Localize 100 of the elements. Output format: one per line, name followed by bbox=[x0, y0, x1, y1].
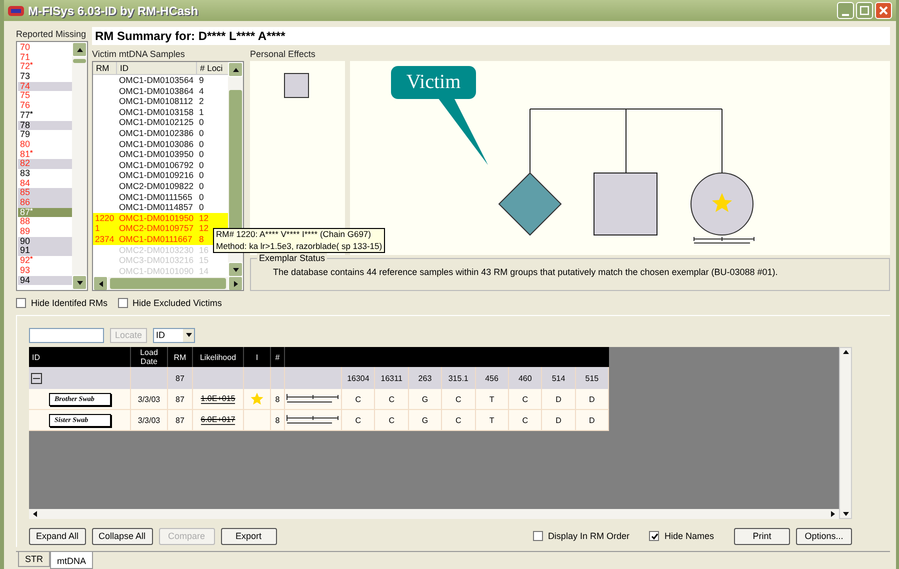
missing-number: 81$^{*}$ bbox=[20, 148, 33, 159]
missing-number: 88 bbox=[20, 216, 30, 226]
exemplar-status-label: Exemplar Status bbox=[257, 253, 328, 263]
missing-list-item[interactable]: 73 bbox=[18, 72, 72, 82]
base-cell: G bbox=[408, 410, 442, 430]
triangle-icon bbox=[96, 280, 104, 288]
scroll-thumb[interactable] bbox=[110, 278, 226, 289]
scroll-button[interactable] bbox=[228, 262, 243, 277]
missing-number: 77$^{*}$ bbox=[20, 110, 33, 120]
action-button[interactable]: Options... bbox=[796, 528, 852, 544]
sample-id: OMC1-DM0108112 bbox=[118, 96, 194, 107]
scroll-thumb[interactable] bbox=[73, 59, 86, 63]
close-button[interactable] bbox=[875, 2, 892, 19]
sample-id: OMC1-DM0101950 bbox=[118, 212, 195, 224]
loci-count: 1 bbox=[198, 106, 205, 118]
scrollbar[interactable] bbox=[72, 42, 87, 290]
base-cell: C bbox=[442, 410, 476, 430]
minimize-button[interactable] bbox=[837, 2, 854, 19]
base-cell: C bbox=[442, 389, 476, 409]
missing-list-item[interactable]: 89 bbox=[18, 227, 72, 237]
locate-field[interactable] bbox=[29, 328, 104, 342]
missing-list-item[interactable]: 76 bbox=[18, 101, 72, 111]
triangle-icon bbox=[76, 278, 84, 286]
sample-id: OMC1-DM0103086 bbox=[118, 138, 195, 150]
missing-list-item[interactable]: 71 bbox=[18, 52, 72, 62]
loci-count: 0 bbox=[198, 202, 205, 213]
missing-list-item[interactable]: 79 bbox=[18, 130, 72, 140]
missing-list-item[interactable]: 75 bbox=[18, 91, 72, 102]
missing-number: 90 bbox=[20, 236, 30, 246]
base-cell: C bbox=[508, 410, 542, 430]
missing-number: 74 bbox=[20, 80, 30, 91]
base-cell: C bbox=[342, 410, 376, 430]
missing-list-item[interactable]: 88 bbox=[18, 217, 72, 228]
missing-list-item[interactable]: 94 bbox=[18, 276, 72, 286]
triangle-icon bbox=[76, 46, 84, 54]
scroll-button[interactable] bbox=[93, 276, 108, 290]
tooltip-line: Method: ka lr>1.5e3, razorblade( sp 133-15) bbox=[216, 240, 382, 252]
missing-list-item[interactable]: 78 bbox=[18, 120, 72, 130]
option-checkbox[interactable]: Hide Names bbox=[649, 531, 714, 541]
effect-square-icon[interactable] bbox=[284, 73, 309, 98]
action-button[interactable]: Export bbox=[220, 528, 277, 544]
action-button[interactable]: Collapse All bbox=[92, 528, 153, 544]
horizontal-scrollbar[interactable] bbox=[93, 277, 243, 290]
missing-number: 80 bbox=[20, 138, 30, 149]
missing-list-item[interactable]: 84 bbox=[18, 178, 72, 188]
loci-count: 0 bbox=[198, 117, 205, 128]
allele-bar-icon bbox=[286, 394, 340, 404]
right-arrow-icon bbox=[829, 510, 837, 518]
sample-id: OMC1-DM0102386 bbox=[118, 128, 195, 139]
missing-list-item[interactable]: 72$^{*}$ bbox=[18, 62, 72, 72]
missing-list-item[interactable]: 90 bbox=[18, 236, 72, 246]
loci-count: 2 bbox=[198, 96, 205, 107]
maximize-button[interactable] bbox=[856, 2, 873, 19]
missing-number: 86 bbox=[20, 197, 30, 207]
scroll-button[interactable] bbox=[228, 276, 243, 290]
filter-checkbox[interactable]: Hide Identifed RMs bbox=[16, 298, 108, 308]
missing-list-item[interactable]: 93 bbox=[18, 266, 72, 276]
missing-list-item[interactable]: 81$^{*}$ bbox=[18, 150, 72, 160]
missing-list-item[interactable]: 92$^{*}$ bbox=[18, 256, 72, 266]
scrollbar[interactable] bbox=[839, 347, 852, 519]
column-header[interactable]: RM bbox=[93, 62, 117, 75]
star-icon bbox=[250, 392, 264, 406]
allele-bar-icon bbox=[286, 415, 340, 425]
count-cell: 8 bbox=[271, 389, 285, 409]
victim-callout: Victim bbox=[391, 66, 476, 99]
tooltip-line: RM# 1220: A**** V**** I**** (Chain G697) bbox=[216, 229, 372, 240]
missing-list-item[interactable]: 77$^{*}$ bbox=[18, 110, 72, 120]
missing-list-item[interactable]: 83 bbox=[18, 168, 72, 179]
base-cell: C bbox=[375, 410, 409, 430]
base-cell: D bbox=[576, 410, 610, 430]
missing-number: 70 bbox=[20, 42, 30, 52]
horizontal-scrollbar[interactable] bbox=[29, 509, 839, 519]
action-button[interactable]: Expand All bbox=[29, 528, 86, 544]
tab[interactable]: mtDNA bbox=[50, 552, 93, 569]
option-checkbox[interactable]: Display In RM Order bbox=[532, 531, 630, 541]
missing-list-item[interactable]: 70 bbox=[18, 43, 72, 53]
scroll-button[interactable] bbox=[228, 62, 243, 77]
rm-cell-text: 2374 bbox=[94, 234, 116, 244]
missing-number: 94 bbox=[20, 274, 30, 284]
collapse-toggle[interactable] bbox=[31, 372, 42, 384]
locate-dropdown[interactable]: ID bbox=[153, 328, 196, 342]
missing-number: 92$^{*}$ bbox=[20, 255, 33, 266]
likelihood-value: 6.0E+017 bbox=[200, 415, 236, 425]
load-date: 3/3/03 bbox=[131, 410, 168, 430]
missing-list-item[interactable]: 80 bbox=[18, 140, 72, 150]
loci-count: 0 bbox=[198, 138, 205, 150]
scroll-button[interactable] bbox=[72, 275, 87, 290]
loci-count: 0 bbox=[198, 180, 205, 192]
filter-checkbox[interactable]: Hide Excluded Victims bbox=[118, 298, 222, 308]
rm-cell: 87 bbox=[168, 410, 193, 430]
missing-number: 72$^{*}$ bbox=[20, 61, 33, 72]
tab[interactable]: STR bbox=[18, 552, 50, 567]
load-date: 3/3/03 bbox=[131, 389, 168, 409]
scroll-button[interactable] bbox=[72, 42, 87, 57]
missing-number: 91 bbox=[20, 245, 30, 256]
sample-id: OMC1-DM0109216 bbox=[118, 170, 195, 181]
missing-list-item[interactable]: 91 bbox=[18, 246, 72, 256]
column-header[interactable]: ID bbox=[117, 62, 197, 75]
loci-count: 0 bbox=[198, 192, 205, 202]
action-button[interactable]: Print bbox=[734, 528, 790, 544]
